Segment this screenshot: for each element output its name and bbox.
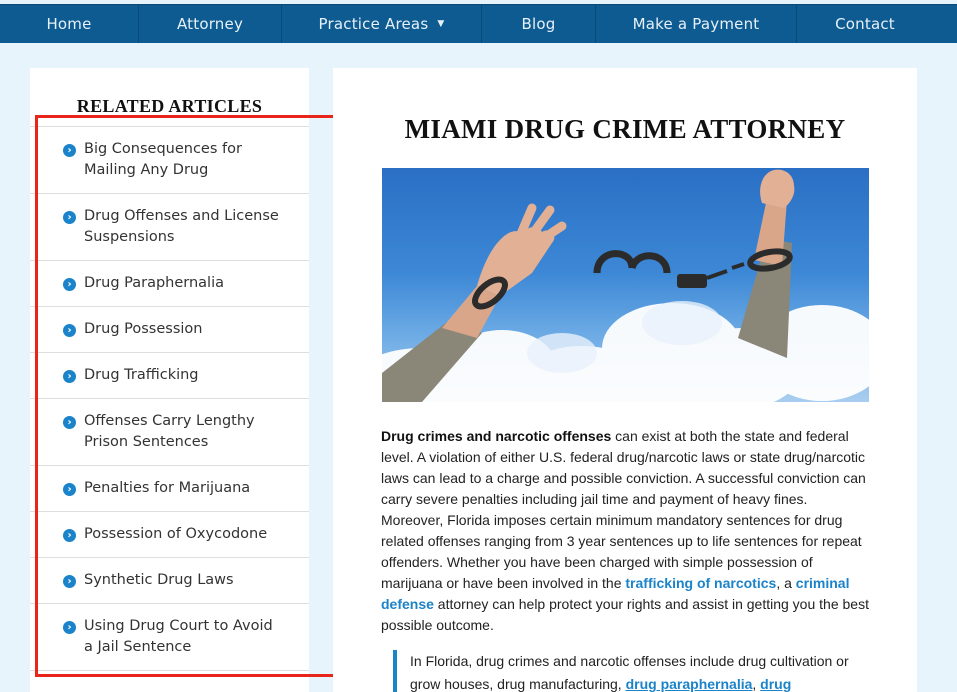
article-link[interactable]: › Drug Trafficking xyxy=(30,353,309,399)
chevron-right-circle-icon: › xyxy=(63,483,76,496)
article-link[interactable]: › Possession of Oxycodone xyxy=(30,512,309,558)
nav-practice-areas[interactable]: Practice Areas ▼ xyxy=(282,5,482,43)
chevron-right-circle-icon: › xyxy=(63,144,76,157)
article-label: Possession of Oxycodone xyxy=(84,526,268,542)
nav-attorney-label: Attorney xyxy=(176,15,244,33)
article-label: Synthetic Drug Laws xyxy=(84,572,234,588)
chevron-right-circle-icon: › xyxy=(63,529,76,542)
offenses-blockquote: In Florida, drug crimes and narcotic off… xyxy=(393,650,873,692)
intro-text-end: attorney can help protect your rights an… xyxy=(381,596,869,633)
quote-separator: , xyxy=(752,676,761,692)
article-label: Penalties for Marijuana xyxy=(84,480,251,496)
trafficking-link[interactable]: trafficking of narcotics xyxy=(625,575,776,591)
nav-practice-areas-label: Practice Areas xyxy=(318,15,429,33)
article-link[interactable]: › Using Drug Court to Avoid a Jail Senten… xyxy=(30,604,309,671)
article-link[interactable]: › Drug Possession xyxy=(30,307,309,353)
caret-down-icon: ▼ xyxy=(437,19,445,29)
article-label: Drug Possession xyxy=(84,321,203,337)
nav-contact-label: Contact xyxy=(835,15,895,33)
article-link[interactable]: › Penalties for Marijuana xyxy=(30,466,309,512)
nav-make-a-payment[interactable]: Make a Payment xyxy=(596,5,797,43)
page-title: MIAMI DRUG CRIME ATTORNEY xyxy=(404,114,846,144)
article-label: Drug Trafficking xyxy=(84,367,199,383)
article-link[interactable]: › Drug Paraphernalia xyxy=(30,261,309,307)
article-link[interactable]: › Offenses Carry Lengthy Prison Sentences xyxy=(30,399,309,466)
main-navigation: Home Attorney Practice Areas ▼ Blog Make … xyxy=(0,4,957,43)
nav-home[interactable]: Home xyxy=(0,5,139,43)
chevron-right-circle-icon: › xyxy=(63,324,76,337)
intro-text-mid: , a xyxy=(776,575,796,591)
nav-home-label: Home xyxy=(46,15,92,33)
chevron-right-circle-icon: › xyxy=(63,621,76,634)
article-link[interactable]: › Synthetic Drug Laws xyxy=(30,558,309,604)
intro-bold-text: Drug crimes and narcotic offenses xyxy=(381,428,612,444)
nav-make-a-payment-label: Make a Payment xyxy=(632,15,760,33)
chevron-right-circle-icon: › xyxy=(63,370,76,383)
nav-blog-label: Blog xyxy=(521,15,556,33)
chevron-right-circle-icon: › xyxy=(63,416,76,429)
nav-contact[interactable]: Contact xyxy=(797,5,933,43)
article-label: Big Consequences for Mailing Any Drug xyxy=(84,141,242,178)
related-articles-list: › Big Consequences for Mailing Any Drug ›… xyxy=(30,126,309,671)
article-link[interactable]: › Drug Offenses and License Suspensions xyxy=(30,194,309,261)
drug-paraphernalia-link[interactable]: drug paraphernalia xyxy=(626,676,753,692)
nav-blog[interactable]: Blog xyxy=(482,5,596,43)
chevron-right-circle-icon: › xyxy=(63,278,76,291)
chevron-right-circle-icon: › xyxy=(63,575,76,588)
article-label: Drug Paraphernalia xyxy=(84,275,224,291)
intro-paragraph: Drug crimes and narcotic offenses can ex… xyxy=(381,426,873,636)
sidebar-title: RELATED ARTICLES xyxy=(76,96,263,116)
hero-image-handcuffs xyxy=(382,168,869,402)
article-label: Using Drug Court to Avoid a Jail Sentence xyxy=(84,618,273,655)
drug-link[interactable]: drug xyxy=(760,676,791,692)
article-link[interactable]: › Big Consequences for Mailing Any Drug xyxy=(30,127,309,194)
chevron-right-circle-icon: › xyxy=(63,211,76,224)
related-articles-sidebar: RELATED ARTICLES › Big Consequences for M… xyxy=(30,68,309,692)
article-label: Drug Offenses and License Suspensions xyxy=(84,208,279,245)
handcuff-hands-illustration xyxy=(382,169,869,402)
nav-attorney[interactable]: Attorney xyxy=(139,5,282,43)
main-content: MIAMI DRUG CRIME ATTORNEY Drug crimes an… xyxy=(333,68,917,692)
intro-text: can exist at both the state and federal … xyxy=(381,428,866,591)
article-label: Offenses Carry Lengthy Prison Sentences xyxy=(84,413,255,450)
